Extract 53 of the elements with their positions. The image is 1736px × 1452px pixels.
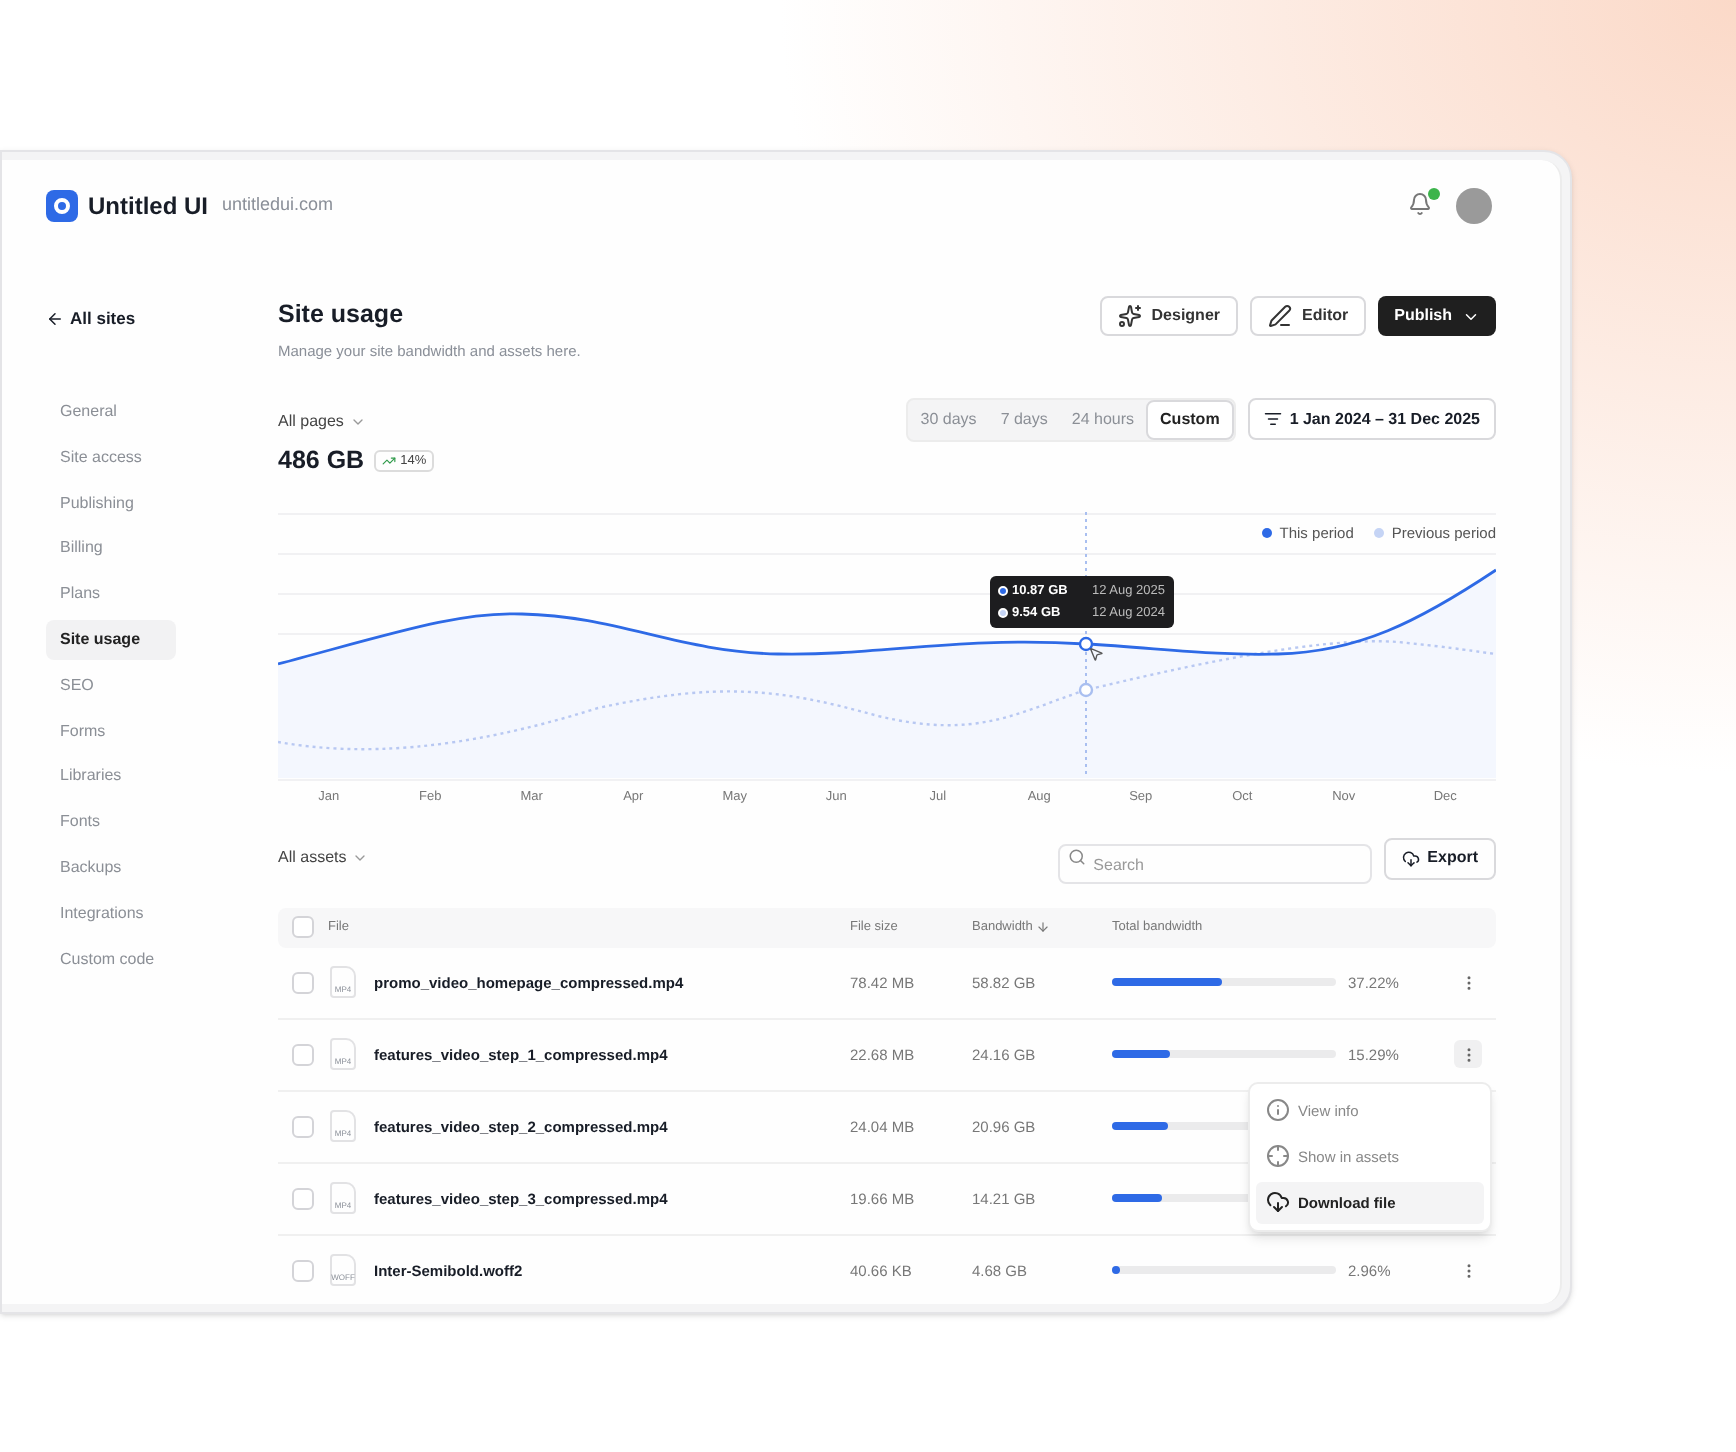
cursor-icon	[1088, 645, 1104, 662]
export-button[interactable]: Export	[1383, 837, 1496, 880]
toolbar-button[interactable]: Editor	[1250, 296, 1367, 336]
avatar[interactable]	[1456, 188, 1492, 224]
info-icon	[1266, 1098, 1290, 1123]
chevron-down-icon	[349, 414, 366, 430]
publish-button[interactable]: Publish	[1378, 296, 1496, 336]
hover-point	[1078, 636, 1094, 651]
download-icon	[1266, 1190, 1290, 1215]
select-all-checkbox[interactable]	[292, 916, 314, 939]
row-checkbox[interactable]	[292, 1259, 314, 1282]
site-domain: untitledui.com	[222, 192, 334, 219]
back-arrow-icon	[46, 309, 64, 327]
back-link[interactable]: All sites	[46, 304, 278, 332]
sidebar-item[interactable]: Forms	[46, 711, 176, 752]
total-usage: 486 GB	[278, 444, 365, 478]
sidebar-item[interactable]: Libraries	[46, 756, 176, 797]
more-button[interactable]	[1454, 1040, 1482, 1069]
filter-icon	[1263, 410, 1282, 428]
page-title: Site usage	[278, 298, 406, 332]
toolbar-button[interactable]: Designer	[1099, 296, 1238, 336]
row-checkbox[interactable]	[292, 1115, 314, 1138]
sidebar-item[interactable]: SEO	[46, 665, 176, 706]
cloud-download-icon	[1401, 849, 1420, 868]
sidebar-item[interactable]: Site usage	[46, 619, 176, 660]
logo-icon	[46, 190, 78, 222]
sidebar-item[interactable]: Site access	[46, 437, 176, 478]
sidebar-item[interactable]: Plans	[46, 574, 176, 615]
range-tab[interactable]: 7 days	[988, 400, 1060, 440]
sparkle-icon	[1117, 304, 1142, 328]
sidebar-item[interactable]: Custom code	[46, 939, 176, 980]
sidebar-item[interactable]: Integrations	[46, 893, 176, 934]
crosshair-icon	[1266, 1144, 1290, 1169]
search-field[interactable]: Search	[1057, 844, 1372, 885]
range-tab[interactable]: Custom	[1146, 400, 1234, 440]
hover-point	[1078, 682, 1094, 697]
range-tab[interactable]: 24 hours	[1059, 400, 1147, 440]
pages-dropdown[interactable]: All pages	[278, 410, 435, 434]
sidebar-item[interactable]: Publishing	[46, 483, 176, 524]
row-checkbox[interactable]	[292, 1043, 314, 1066]
notification-button[interactable]	[1408, 192, 1436, 220]
assets-dropdown[interactable]: All assets	[278, 846, 369, 871]
search-icon	[1067, 848, 1086, 867]
sidebar-item[interactable]: Billing	[46, 528, 176, 569]
row-checkbox[interactable]	[292, 1187, 314, 1210]
range-tab[interactable]: 30 days	[908, 400, 989, 440]
sidebar-item[interactable]: Fonts	[46, 802, 176, 843]
sidebar-item[interactable]: General	[46, 392, 176, 432]
sidebar-item[interactable]: Backups	[46, 847, 176, 888]
pencil-icon	[1268, 304, 1292, 328]
date-range-button[interactable]: 1 Jan 2024 – 31 Dec 2025	[1247, 398, 1496, 440]
brand-name: Untitled UI	[88, 190, 208, 224]
row-checkbox[interactable]	[292, 971, 314, 994]
